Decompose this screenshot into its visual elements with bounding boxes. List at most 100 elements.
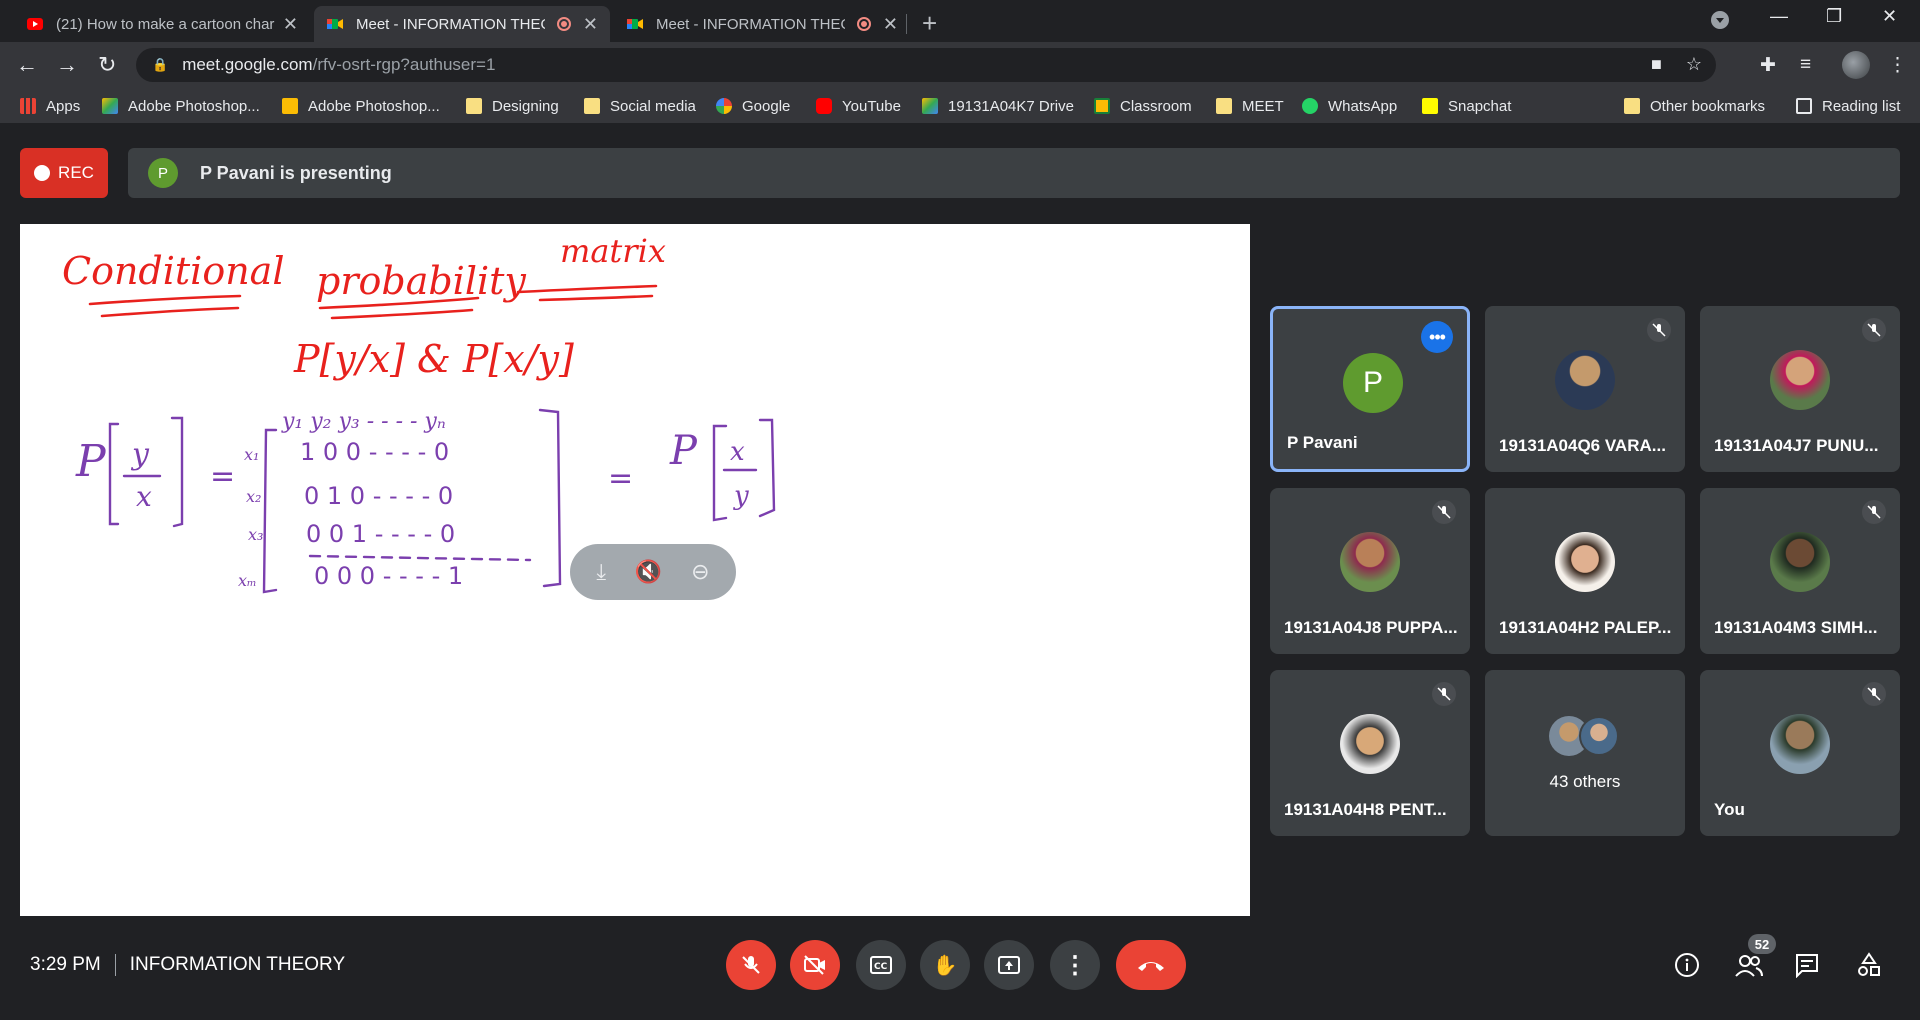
participant-tile[interactable]: 19131A04H2 PALEP... [1485,488,1685,654]
youtube-icon [26,15,44,33]
participant-tile[interactable]: 19131A04J8 PUPPA... [1270,488,1470,654]
bookmark-adobe-1[interactable]: Adobe Photoshop... [102,88,260,124]
participant-tile[interactable]: 19131A04H8 PENT... [1270,670,1470,836]
people-button[interactable] [1734,952,1764,983]
presentation-controls: ⤓ 🔇 ⊖ [570,544,736,600]
bookmark-drive[interactable]: 19131A04K7 Drive [922,88,1074,124]
participant-tile[interactable]: 19131A04Q6 VARA... [1485,306,1685,472]
tab-youtube[interactable]: (21) How to make a cartoon char ✕ [14,6,310,42]
activities-button[interactable] [1856,952,1882,983]
meeting-title: INFORMATION THEORY [129,954,346,975]
avatar [1770,714,1830,774]
address-bar[interactable]: 🔒 meet.google.com/rfv-osrt-rgp?authuser=… [136,48,1716,82]
reload-icon[interactable]: ↻ [98,52,116,78]
participant-name: You [1714,800,1745,819]
svg-text:y: y [733,481,749,511]
more-options-button[interactable]: ⋮ [1050,940,1100,990]
participant-name: 19131A04H2 PALEP... [1499,618,1672,637]
svg-text:x₁: x₁ [244,445,259,464]
meeting-info: 3:29 PM INFORMATION THEORY [30,954,345,976]
participant-tile[interactable]: 19131A04M3 SIMH... [1700,488,1900,654]
camera-toggle-button[interactable] [790,940,840,990]
bookmark-apps[interactable]: Apps [20,88,80,124]
divider [114,954,116,976]
restore-icon[interactable]: ❐ [1826,6,1842,27]
meet-icon [626,15,644,33]
avatar [1770,350,1830,410]
matrix-left-bracket [262,428,278,594]
participant-name: 19131A04Q6 VARA... [1499,436,1666,455]
tab-search-icon[interactable] [1710,10,1730,35]
camera-off-icon [804,955,825,975]
word-matrix: matrix [560,232,666,270]
minimize-icon[interactable]: — [1770,6,1788,27]
folder-icon [1624,98,1640,114]
mic-toggle-button[interactable] [726,940,776,990]
participant-name: 19131A04H8 PENT... [1284,800,1447,819]
drive-icon [922,98,938,114]
profile-avatar[interactable] [1842,51,1870,79]
media-control-icon[interactable]: ≡ [1800,54,1811,76]
tab-meet-active[interactable]: Meet - INFORMATION THEO ✕ [314,6,610,42]
leave-call-button[interactable] [1116,940,1186,990]
forward-icon[interactable]: → [56,52,78,78]
bookmark-snapchat[interactable]: Snapchat [1422,88,1511,124]
remove-icon[interactable]: ⊖ [691,559,709,585]
bookmark-meet[interactable]: MEET [1216,88,1284,124]
participant-tile-p-pavani[interactable]: P ••• P Pavani [1270,306,1470,472]
google-icon [716,98,732,114]
recording-indicator[interactable]: REC [20,148,108,198]
call-controls-bar: 3:29 PM INFORMATION THEORY CC ✋ ⋮ 52 [0,918,1920,1020]
bookmark-google[interactable]: Google [716,88,790,124]
tab-divider [906,14,907,34]
bookmark-youtube[interactable]: YouTube [816,88,901,124]
mic-off-icon [1862,682,1886,706]
participant-tile-self[interactable]: You [1700,670,1900,836]
mute-speaker-icon[interactable]: 🔇 [635,559,662,585]
svg-text:0 1 0 - - - - 0: 0 1 0 - - - - 0 [304,482,453,510]
tab-meet[interactable]: Meet - INFORMATION THEO ✕ [614,6,910,42]
bookmark-whatsapp[interactable]: WhatsApp [1302,88,1397,124]
presenter-avatar: P [148,158,178,188]
bookmark-designing[interactable]: Designing [466,88,559,124]
star-bookmark-icon[interactable]: ☆ [1686,54,1702,75]
close-tab-icon[interactable]: ✕ [883,14,898,35]
participant-tile[interactable]: 19131A04J7 PUNU... [1700,306,1900,472]
participant-tile-others[interactable]: 43 others [1485,670,1685,836]
svg-text:P: P [669,428,698,474]
bookmark-social-media[interactable]: Social media [584,88,696,124]
extensions-icon[interactable]: ✚ [1760,54,1776,77]
captions-button[interactable]: CC [856,940,906,990]
new-tab-plus-icon[interactable]: + [922,8,937,39]
close-tab-icon[interactable]: ✕ [583,14,598,35]
present-screen-icon [998,956,1020,974]
record-dot-icon [34,165,51,181]
tab-title: Meet - INFORMATION THEO [656,15,845,33]
svg-text:=: = [210,459,235,494]
bookmark-label: Other bookmarks [1650,97,1766,115]
more-options-icon[interactable]: ••• [1421,321,1453,353]
folder-icon [584,98,600,114]
raise-hand-button[interactable]: ✋ [920,940,970,990]
close-window-icon[interactable]: ✕ [1882,6,1897,27]
close-tab-icon[interactable]: ✕ [283,14,298,35]
unpin-icon[interactable]: ⤓ [596,559,606,585]
mic-off-icon [1432,500,1456,524]
back-icon[interactable]: ← [16,52,38,78]
matrix-entries: 1 0 0 - - - - 0 0 1 0 - - - - 0 0 0 1 - … [300,438,463,590]
bookmark-adobe-2[interactable]: Adobe Photoshop... [282,88,440,124]
bookmark-classroom[interactable]: Classroom [1094,88,1192,124]
present-now-button[interactable] [984,940,1034,990]
camera-icon[interactable]: ■ [1651,54,1662,75]
bookmark-label: Classroom [1120,97,1192,115]
bracket-stroke [108,422,120,526]
avatar [1340,714,1400,774]
bookmark-other[interactable]: Other bookmarks [1624,88,1765,124]
participant-count-badge: 52 [1748,934,1776,954]
drive-icon [102,98,118,114]
meeting-details-button[interactable] [1674,952,1700,983]
bookmark-icon [282,98,298,114]
bookmark-reading-list[interactable]: Reading list [1796,88,1900,124]
chat-button[interactable] [1794,952,1820,983]
menu-kebab-icon[interactable]: ⋮ [1888,54,1907,77]
